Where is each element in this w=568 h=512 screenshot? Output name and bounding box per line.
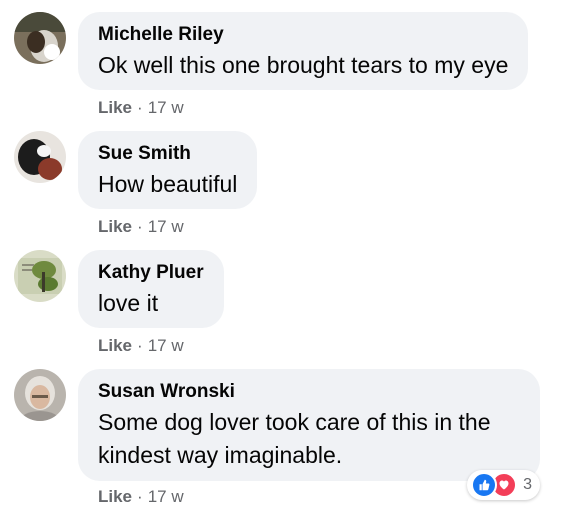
comment-age[interactable]: 17 w [148, 217, 184, 236]
comment-actions: Like · 17 w [98, 336, 184, 356]
comment-text: How beautiful [98, 171, 238, 197]
separator: · [137, 217, 143, 236]
comment-author[interactable]: Susan Wronski [98, 381, 520, 403]
like-button[interactable]: Like [98, 487, 132, 506]
like-button[interactable]: Like [98, 336, 132, 355]
like-icon [471, 472, 498, 498]
comment-actions: Like · 17 w [98, 98, 184, 118]
reaction-count: 3 [523, 476, 532, 493]
comment-actions: Like · 17 w [98, 487, 184, 507]
separator: · [137, 336, 143, 355]
comment-author[interactable]: Kathy Pluer [98, 262, 204, 284]
comment-age[interactable]: 17 w [148, 98, 184, 117]
avatar[interactable] [14, 369, 66, 421]
comment-bubble: Sue Smith How beautiful [78, 131, 258, 209]
avatar[interactable] [14, 131, 66, 183]
avatar[interactable] [14, 250, 66, 302]
reactions-summary[interactable]: 3 [467, 470, 540, 500]
comment-text: Some dog lover took care of this in the … [98, 409, 491, 468]
comment-age[interactable]: 17 w [148, 487, 184, 506]
like-button[interactable]: Like [98, 217, 132, 236]
comment-author[interactable]: Sue Smith [98, 143, 237, 165]
avatar[interactable] [14, 12, 66, 64]
comment-bubble: Susan Wronski Some dog lover took care o… [78, 369, 540, 481]
comment-text: Ok well this one brought tears to my eye [98, 52, 509, 78]
comment-age[interactable]: 17 w [148, 336, 184, 355]
like-button[interactable]: Like [98, 98, 132, 117]
comment-bubble: Kathy Pluer love it [78, 250, 224, 328]
separator: · [137, 487, 143, 506]
separator: · [137, 98, 143, 117]
comment-actions: Like · 17 w [98, 217, 184, 237]
comment-bubble: Michelle Riley Ok well this one brought … [78, 12, 529, 90]
comment-author[interactable]: Michelle Riley [98, 24, 508, 46]
comment-text: love it [98, 290, 159, 316]
